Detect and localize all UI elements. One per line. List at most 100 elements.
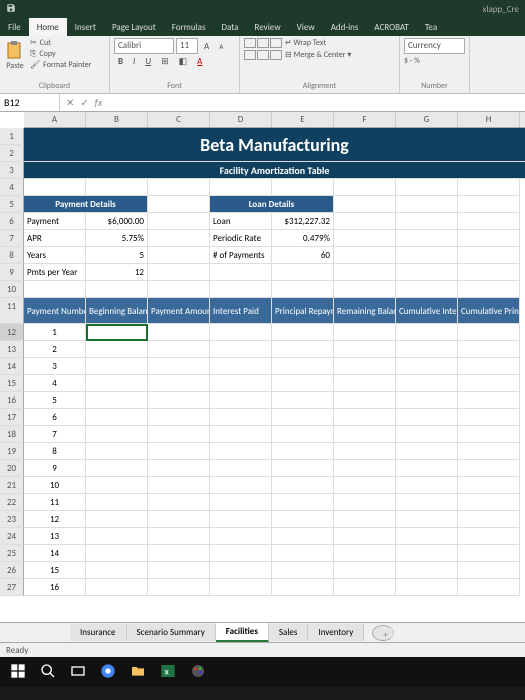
cell[interactable] <box>210 511 272 528</box>
shrink-font-button[interactable]: A <box>215 40 227 53</box>
cell[interactable] <box>272 545 334 562</box>
underline-button[interactable]: U <box>141 54 155 69</box>
cell[interactable] <box>210 528 272 545</box>
cut-button[interactable]: ✂Cut <box>30 38 92 48</box>
cell[interactable] <box>396 324 458 341</box>
cell[interactable] <box>272 494 334 511</box>
cell[interactable] <box>272 426 334 443</box>
cell[interactable] <box>334 562 396 579</box>
tab-acrobat[interactable]: ACROBAT <box>366 18 416 36</box>
cell[interactable] <box>86 341 148 358</box>
col-H[interactable]: H <box>458 112 520 127</box>
cell[interactable] <box>148 426 210 443</box>
cell[interactable] <box>334 426 396 443</box>
cell[interactable]: 4 <box>24 375 86 392</box>
align-buttons[interactable] <box>244 38 282 60</box>
cell[interactable] <box>210 426 272 443</box>
cell[interactable]: Loan <box>210 213 272 230</box>
cell[interactable] <box>458 477 520 494</box>
cell[interactable] <box>396 341 458 358</box>
cell[interactable] <box>148 324 210 341</box>
row-24[interactable]: 24 <box>0 528 24 545</box>
cell[interactable] <box>458 460 520 477</box>
merge-center-button[interactable]: ⊟ Merge & Center ▾ <box>285 50 351 60</box>
cell[interactable] <box>210 562 272 579</box>
row-5[interactable]: 5 <box>0 196 24 213</box>
fx-icon[interactable]: fx <box>95 96 102 109</box>
cell[interactable] <box>210 409 272 426</box>
cell[interactable] <box>86 426 148 443</box>
cell[interactable] <box>272 358 334 375</box>
cell[interactable] <box>210 392 272 409</box>
format-painter-button[interactable]: 🖌Format Painter <box>30 60 92 70</box>
row-3[interactable]: 3 <box>0 162 24 179</box>
border-button[interactable]: ⊞ <box>157 54 173 69</box>
cell[interactable] <box>210 579 272 596</box>
cell[interactable] <box>396 579 458 596</box>
cell[interactable] <box>272 562 334 579</box>
row-20[interactable]: 20 <box>0 460 24 477</box>
cell[interactable]: 0.479% <box>272 230 334 247</box>
cell[interactable] <box>458 409 520 426</box>
cell[interactable] <box>148 341 210 358</box>
cell[interactable] <box>148 528 210 545</box>
row-10[interactable]: 10 <box>0 281 24 298</box>
cell[interactable] <box>86 477 148 494</box>
cell[interactable] <box>148 460 210 477</box>
row-14[interactable]: 14 <box>0 358 24 375</box>
cancel-icon[interactable]: ✕ <box>66 96 74 109</box>
cell[interactable] <box>334 528 396 545</box>
cell[interactable]: 6 <box>24 409 86 426</box>
row-19[interactable]: 19 <box>0 443 24 460</box>
cell[interactable]: # of Payments <box>210 247 272 264</box>
cell[interactable] <box>148 494 210 511</box>
row-4[interactable]: 4 <box>0 179 24 196</box>
cell[interactable] <box>396 426 458 443</box>
paste-button[interactable]: Paste <box>4 38 26 73</box>
wrap-text-button[interactable]: ↵ Wrap Text <box>285 38 351 48</box>
cell[interactable] <box>458 392 520 409</box>
col-G[interactable]: G <box>396 112 458 127</box>
cell[interactable] <box>396 460 458 477</box>
cell[interactable] <box>458 545 520 562</box>
cell[interactable] <box>458 426 520 443</box>
cell[interactable] <box>210 494 272 511</box>
cell[interactable] <box>148 477 210 494</box>
cell[interactable] <box>210 477 272 494</box>
cell[interactable] <box>210 460 272 477</box>
cell[interactable]: 5.75% <box>86 230 148 247</box>
tab-home[interactable]: Home <box>29 18 67 36</box>
tab-facilities[interactable]: Facilities <box>216 623 269 642</box>
tab-insert[interactable]: Insert <box>67 18 104 36</box>
cell[interactable] <box>86 358 148 375</box>
cell[interactable] <box>334 358 396 375</box>
cell[interactable] <box>334 392 396 409</box>
row-18[interactable]: 18 <box>0 426 24 443</box>
cell[interactable] <box>272 443 334 460</box>
cell[interactable] <box>210 341 272 358</box>
cell[interactable] <box>334 375 396 392</box>
cell[interactable]: 7 <box>24 426 86 443</box>
add-sheet-button[interactable]: + <box>372 625 394 641</box>
row-27[interactable]: 27 <box>0 579 24 596</box>
tab-data[interactable]: Data <box>213 18 246 36</box>
cell[interactable] <box>334 324 396 341</box>
cell[interactable] <box>458 562 520 579</box>
row-1[interactable]: 1 <box>0 128 24 145</box>
excel-taskbar-icon[interactable]: X <box>160 663 176 682</box>
row-15[interactable]: 15 <box>0 375 24 392</box>
row-25[interactable]: 25 <box>0 545 24 562</box>
cell[interactable]: Pmts per Year <box>24 264 86 281</box>
cell[interactable]: $312,227.32 <box>272 213 334 230</box>
row-26[interactable]: 26 <box>0 562 24 579</box>
cell[interactable]: 9 <box>24 460 86 477</box>
font-size-select[interactable]: 11 <box>176 38 198 54</box>
cell[interactable]: 5 <box>24 392 86 409</box>
cell[interactable] <box>396 545 458 562</box>
cell[interactable] <box>86 460 148 477</box>
cell[interactable] <box>86 375 148 392</box>
cell[interactable] <box>396 443 458 460</box>
cell[interactable] <box>86 511 148 528</box>
cell[interactable] <box>396 477 458 494</box>
cell[interactable]: Years <box>24 247 86 264</box>
